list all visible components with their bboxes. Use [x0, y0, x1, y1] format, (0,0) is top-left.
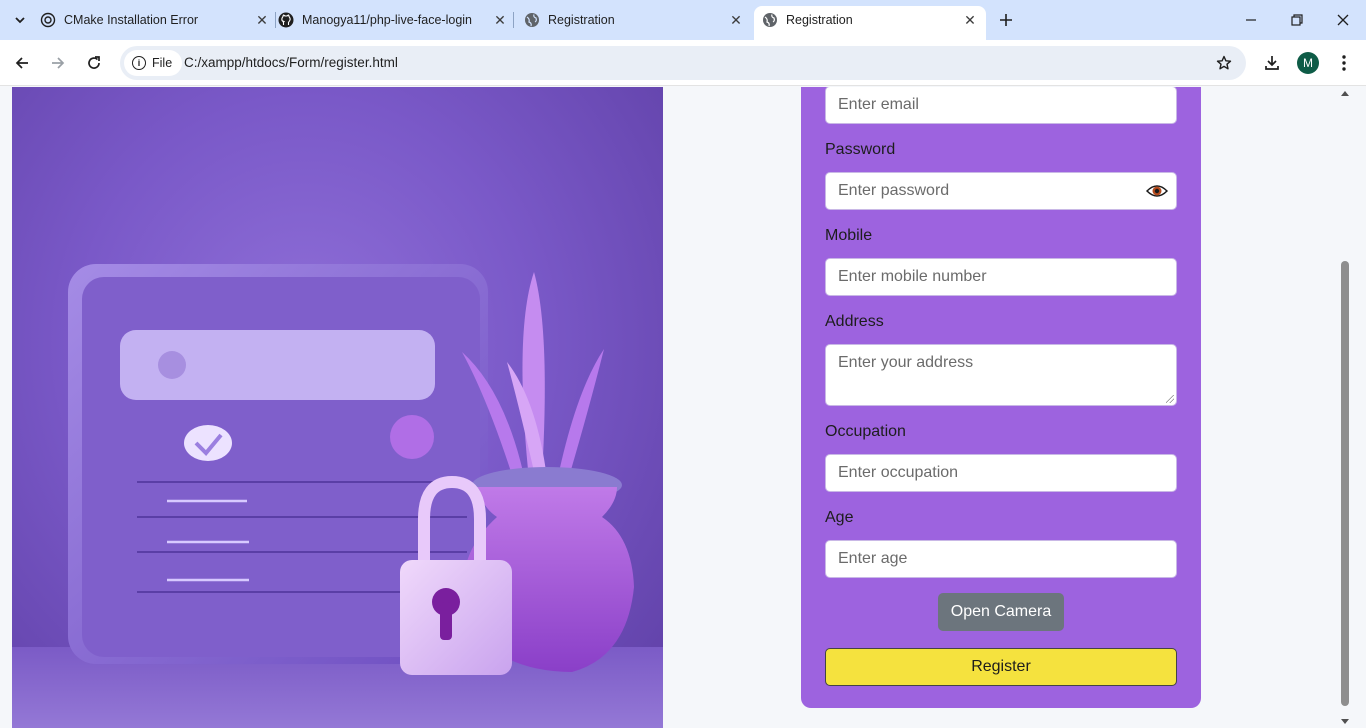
- tab-separator: [513, 12, 514, 28]
- tab-separator: [275, 12, 276, 28]
- close-window-button[interactable]: [1320, 0, 1366, 40]
- more-vertical-icon: [1342, 55, 1346, 71]
- mobile-field[interactable]: Enter mobile number: [825, 258, 1177, 296]
- tab-title: Manogya11/php-live-face-login: [302, 13, 473, 27]
- email-placeholder: Enter email: [838, 96, 919, 113]
- scroll-up-arrow[interactable]: [1341, 91, 1349, 96]
- chevron-down-icon: [15, 17, 25, 24]
- restore-icon: [1291, 14, 1303, 26]
- password-field[interactable]: Enter password: [825, 172, 1177, 210]
- tab-registration[interactable]: Registration ✕: [524, 6, 744, 34]
- profile-avatar[interactable]: M: [1297, 52, 1319, 74]
- tab-registration-active[interactable]: Registration ✕: [754, 6, 986, 40]
- password-placeholder: Enter password: [838, 182, 950, 199]
- age-placeholder: Enter age: [838, 550, 908, 567]
- age-label: Age: [825, 509, 854, 526]
- arrow-left-icon: [15, 57, 28, 69]
- tab-strip: CMake Installation Error ✕ Manogya11/php…: [0, 0, 1366, 40]
- reload-button[interactable]: [80, 49, 108, 77]
- address-field[interactable]: Enter your address: [825, 344, 1177, 406]
- info-icon: i: [132, 56, 146, 70]
- globe-icon: [762, 12, 778, 28]
- minimize-button[interactable]: [1228, 0, 1274, 40]
- scroll-thumb[interactable]: [1341, 261, 1349, 706]
- tab-title: Registration: [786, 13, 853, 27]
- close-icon[interactable]: ✕: [492, 12, 508, 28]
- occupation-label: Occupation: [825, 423, 906, 440]
- close-icon[interactable]: ✕: [254, 12, 270, 28]
- globe-icon: [524, 12, 540, 28]
- new-tab-button[interactable]: [994, 8, 1018, 32]
- password-label: Password: [825, 141, 896, 158]
- site-info-chip[interactable]: i File: [124, 50, 183, 76]
- chatgpt-icon: [40, 12, 56, 28]
- address-bar[interactable]: i File C:/xampp/htdocs/Form/register.htm…: [120, 46, 1246, 80]
- download-icon: [1265, 56, 1279, 70]
- mobile-label: Mobile: [825, 227, 873, 244]
- tab-cmake[interactable]: CMake Installation Error ✕: [40, 6, 270, 34]
- mobile-placeholder: Enter mobile number: [838, 268, 987, 285]
- email-field[interactable]: Enter email: [825, 87, 1177, 124]
- tab-github[interactable]: Manogya11/php-live-face-login ✕: [278, 6, 508, 34]
- eye-icon[interactable]: [1145, 181, 1169, 201]
- occupation-field[interactable]: Enter occupation: [825, 454, 1177, 492]
- url-text[interactable]: C:/xampp/htdocs/Form/register.html: [184, 55, 398, 70]
- security-illustration: [12, 264, 663, 728]
- registration-form: Enter email Password Enter password Mobi…: [801, 87, 1201, 708]
- tab-search-button[interactable]: [8, 8, 32, 32]
- tab-title: CMake Installation Error: [64, 13, 199, 27]
- reload-icon: [88, 56, 100, 69]
- register-button[interactable]: Register: [825, 648, 1177, 686]
- age-field[interactable]: Enter age: [825, 540, 1177, 578]
- scroll-down-arrow[interactable]: [1341, 719, 1349, 724]
- downloads-button[interactable]: [1258, 49, 1286, 77]
- plus-icon: [1000, 14, 1012, 26]
- page-viewport: Enter email Password Enter password Mobi…: [0, 87, 1338, 728]
- github-icon: [278, 12, 294, 28]
- arrow-right-icon: [52, 57, 65, 69]
- address-placeholder: Enter your address: [838, 354, 974, 371]
- star-icon: [1216, 55, 1232, 70]
- browser-toolbar: i File C:/xampp/htdocs/Form/register.htm…: [0, 40, 1366, 86]
- minimize-icon: [1246, 19, 1256, 21]
- resize-handle[interactable]: [1166, 395, 1174, 403]
- open-camera-button[interactable]: Open Camera: [938, 593, 1064, 631]
- forward-button[interactable]: [44, 49, 72, 77]
- hero-illustration: [12, 87, 663, 728]
- address-label: Address: [825, 313, 884, 330]
- occupation-placeholder: Enter occupation: [838, 464, 959, 481]
- close-icon[interactable]: ✕: [962, 12, 978, 28]
- tab-title: Registration: [548, 13, 615, 27]
- close-icon: [1337, 14, 1349, 26]
- bookmark-star-button[interactable]: [1214, 53, 1234, 73]
- restore-button[interactable]: [1274, 0, 1320, 40]
- scheme-label: File: [152, 56, 173, 70]
- back-button[interactable]: [8, 49, 36, 77]
- menu-button[interactable]: [1330, 49, 1358, 77]
- close-icon[interactable]: ✕: [728, 12, 744, 28]
- page-scrollbar[interactable]: [1338, 87, 1352, 728]
